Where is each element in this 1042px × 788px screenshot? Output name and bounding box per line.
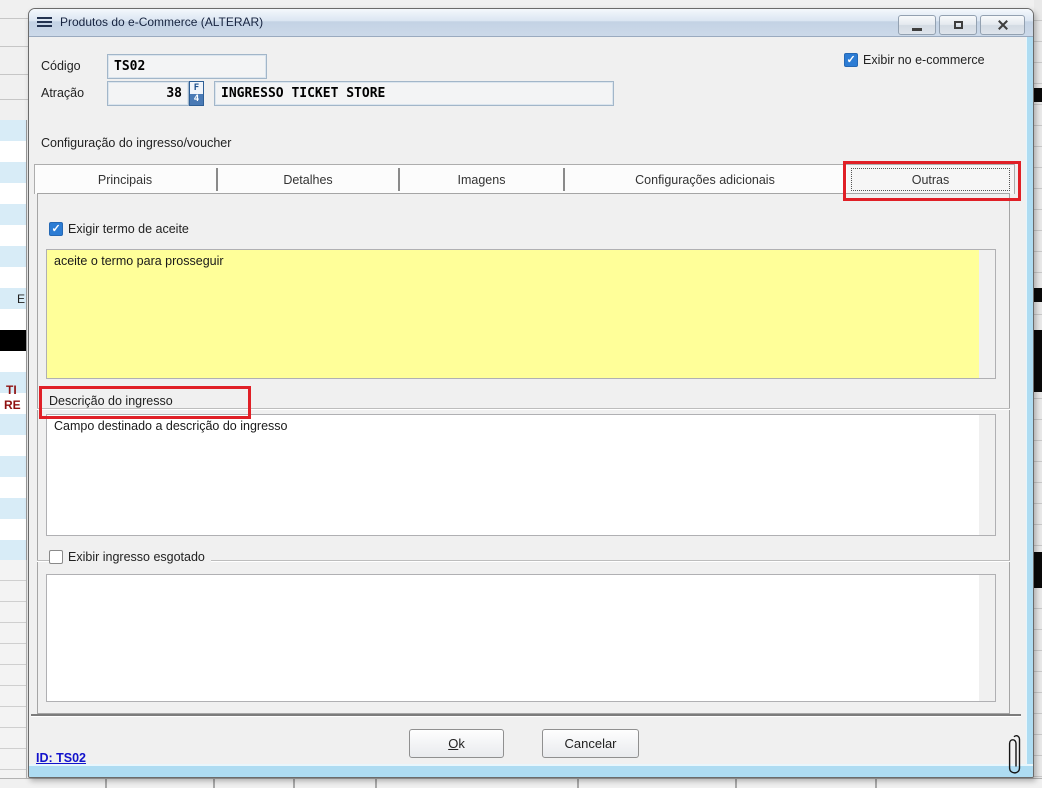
bg-dark-block <box>1034 330 1042 392</box>
bg-row-line <box>0 46 28 47</box>
atracao-lookup-f4-button[interactable]: F 4 <box>189 81 204 106</box>
descricao-text: Campo destinado a descrição do ingresso <box>54 419 973 433</box>
termo-aceite-textarea[interactable]: aceite o termo para prosseguir <box>46 249 996 379</box>
scrollbar-track <box>979 415 995 535</box>
close-icon <box>997 19 1009 31</box>
ok-mnemonic: O <box>448 736 458 751</box>
termo-aceite-text: aceite o termo para prosseguir <box>54 254 973 268</box>
focus-rectangle <box>851 168 1010 191</box>
ok-button[interactable]: Ok <box>409 729 504 758</box>
maximize-icon <box>954 21 963 29</box>
checkbox-unchecked-icon <box>49 550 63 564</box>
background-window-left-sliver: E TI RE <box>0 0 28 779</box>
window-frame-right <box>1026 36 1033 771</box>
tab-detalhes[interactable]: Detalhes <box>218 165 398 194</box>
f4-top: F <box>190 83 203 94</box>
tab-outras[interactable]: Outras <box>847 165 1014 194</box>
background-window-right-sliver <box>1034 0 1042 779</box>
descricao-textarea[interactable]: Campo destinado a descrição do ingresso <box>46 414 996 536</box>
scrollbar-track <box>979 250 995 378</box>
exibir-ecommerce-label: Exibir no e-commerce <box>863 53 985 67</box>
dialog-produtos-ecommerce: Produtos do e-Commerce (ALTERAR) Código … <box>28 8 1034 778</box>
close-button[interactable] <box>980 15 1025 35</box>
f4-bottom: 4 <box>190 94 203 105</box>
bg-cell-fragment: RE <box>4 398 21 412</box>
descricao-label: Descrição do ingresso <box>49 394 179 408</box>
bg-row-line <box>0 99 28 100</box>
exibir-ecommerce-checkbox[interactable]: Exibir no e-commerce <box>844 53 985 67</box>
bg-dark-block <box>1034 288 1042 302</box>
window-title: Produtos do e-Commerce (ALTERAR) <box>60 15 263 29</box>
exigir-termo-checkbox[interactable]: Exigir termo de aceite <box>49 222 195 236</box>
title-bar[interactable]: Produtos do e-Commerce (ALTERAR) <box>29 9 1033 37</box>
bg-dark-block <box>1034 88 1042 102</box>
window-frame-bottom <box>29 764 1033 777</box>
window-menu-icon[interactable] <box>37 17 52 19</box>
esgotado-checkbox[interactable]: Exibir ingresso esgotado <box>49 550 211 564</box>
bg-cell-fragment: TI <box>6 383 17 397</box>
codigo-input[interactable]: TS02 <box>107 54 267 79</box>
bg-empty-rows <box>0 560 27 779</box>
bg-row-line <box>0 18 28 19</box>
exigir-termo-label: Exigir termo de aceite <box>68 222 189 236</box>
checkbox-checked-icon <box>49 222 63 236</box>
atracao-input[interactable]: 38 <box>107 81 189 106</box>
maximize-button[interactable] <box>939 15 977 35</box>
esgotado-textarea[interactable] <box>46 574 996 702</box>
tab-imagens[interactable]: Imagens <box>400 165 563 194</box>
section-rule <box>37 408 1010 409</box>
checkbox-checked-icon <box>844 53 858 67</box>
atracao-description: INGRESSO TICKET STORE <box>221 86 385 101</box>
footer-separator <box>31 714 1021 716</box>
tab-configuracoes-adicionais[interactable]: Configurações adicionais <box>565 165 845 194</box>
ok-rest: k <box>458 736 465 751</box>
minimize-button[interactable] <box>898 15 936 35</box>
cancel-button[interactable]: Cancelar <box>542 729 639 758</box>
id-link[interactable]: ID: TS02 <box>36 751 86 765</box>
tab-strip: Principais Detalhes Imagens Configuraçõe… <box>34 164 1015 194</box>
bg-cell-fragment: E <box>17 292 25 306</box>
atracao-value: 38 <box>166 86 182 101</box>
bg-table-selected-row <box>0 330 26 351</box>
codigo-label: Código <box>41 59 81 73</box>
atracao-description-field[interactable]: INGRESSO TICKET STORE <box>214 81 614 106</box>
paperclip-icon[interactable] <box>1007 733 1022 784</box>
atracao-label: Atração <box>41 86 84 100</box>
scrollbar-track <box>979 575 995 701</box>
bg-dark-block <box>1034 552 1042 588</box>
minimize-icon <box>912 28 922 31</box>
tab-principais[interactable]: Principais <box>35 165 215 194</box>
esgotado-label: Exibir ingresso esgotado <box>68 550 205 564</box>
section-title: Configuração do ingresso/voucher <box>41 136 231 150</box>
bg-row-line <box>0 74 28 75</box>
codigo-value: TS02 <box>114 59 145 74</box>
